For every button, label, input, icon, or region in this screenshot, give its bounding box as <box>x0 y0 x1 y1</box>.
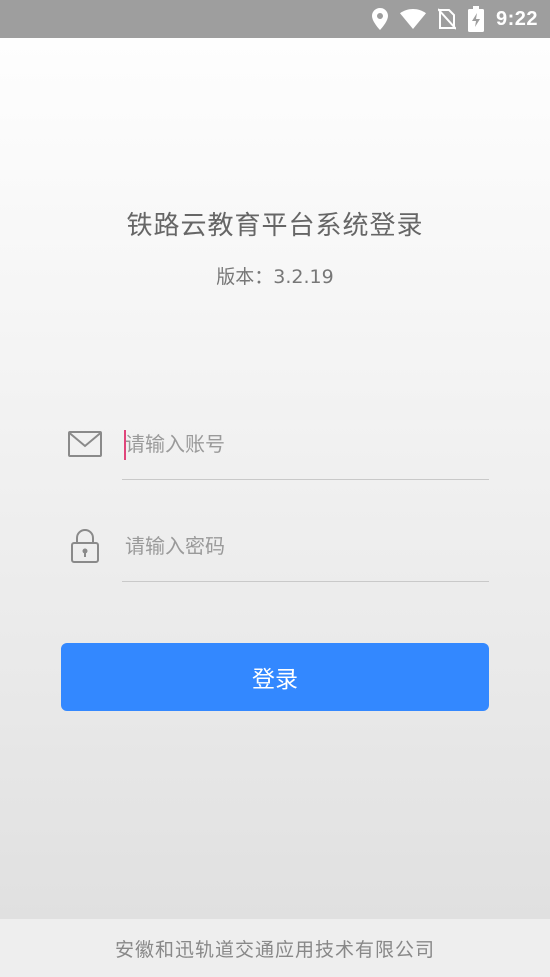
version-label: 版本：3.2.19 <box>216 266 334 288</box>
status-time: 9:22 <box>495 7 538 30</box>
page-title: 铁路云教育平台系统登录 <box>126 211 424 241</box>
footer: 安徽和迅轨道交通应用技术有限公司 <box>0 919 550 977</box>
password-underline <box>122 581 489 582</box>
no-sim-icon <box>437 8 456 30</box>
status-bar: 9:22 <box>0 0 550 38</box>
account-underline <box>122 479 489 480</box>
lock-icon <box>67 528 103 564</box>
status-icons: 9:22 <box>371 0 538 38</box>
battery-charging-icon <box>467 6 484 32</box>
account-field <box>62 418 489 480</box>
wifi-icon <box>399 9 426 29</box>
location-icon <box>371 8 388 30</box>
mail-icon <box>67 426 103 462</box>
company-name: 安徽和迅轨道交通应用技术有限公司 <box>114 938 435 961</box>
text-cursor <box>124 430 126 460</box>
account-input[interactable] <box>122 418 489 470</box>
login-screen: 9:22 铁路云教育平台系统登录 版本：3.2.19 登录 安徽和迅轨 <box>0 0 550 977</box>
password-input[interactable] <box>122 520 489 572</box>
login-button[interactable]: 登录 <box>61 643 489 711</box>
password-field <box>62 520 489 582</box>
